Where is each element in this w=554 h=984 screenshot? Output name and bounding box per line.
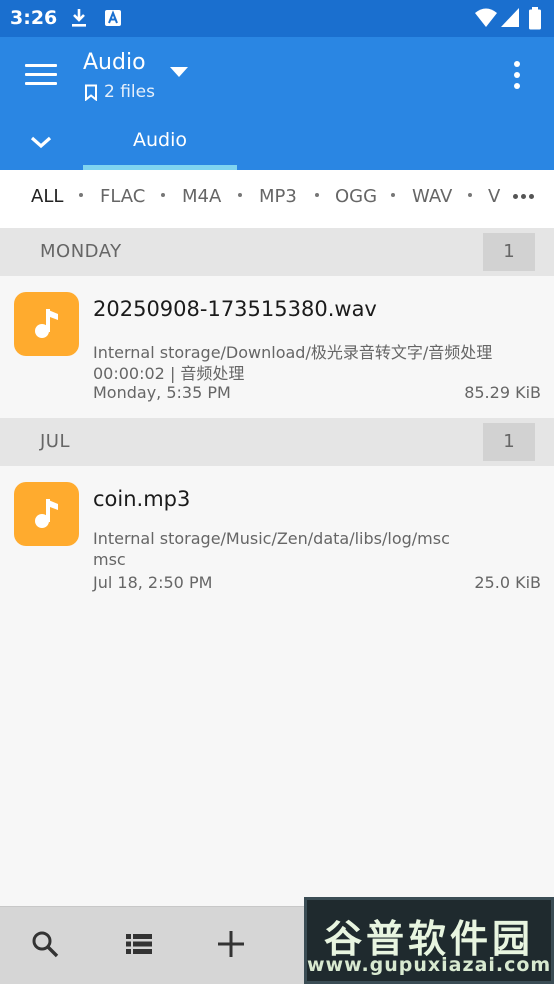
filter-bar: ALL FLAC M4A MP3 OGG WAV V bbox=[0, 170, 554, 228]
section-count-badge: 1 bbox=[483, 423, 535, 461]
filter-separator bbox=[161, 193, 165, 197]
file-list-item[interactable]: coin.mp3 Internal storage/Music/Zen/data… bbox=[0, 466, 554, 608]
music-note-icon bbox=[35, 499, 58, 528]
status-bar: 3:26 bbox=[0, 0, 554, 37]
music-note-icon bbox=[35, 309, 58, 338]
audio-file-icon bbox=[14, 482, 79, 546]
filter-separator bbox=[238, 193, 242, 197]
kebab-icon[interactable] bbox=[510, 61, 524, 91]
filter-mp3[interactable]: MP3 bbox=[259, 186, 297, 207]
section-count-badge: 1 bbox=[483, 233, 535, 271]
filter-separator bbox=[315, 193, 319, 197]
filter-all[interactable]: ALL bbox=[31, 186, 63, 207]
filter-wav[interactable]: WAV bbox=[412, 186, 452, 207]
filter-ogg[interactable]: OGG bbox=[335, 186, 377, 207]
file-detail: 00:00:02 | 音频处理 bbox=[93, 364, 245, 383]
file-size: 85.29 KiB bbox=[464, 383, 541, 402]
a-badge-icon bbox=[105, 10, 121, 26]
file-name: 20250908-173515380.wav bbox=[93, 297, 377, 321]
file-count-text: 2 files bbox=[104, 82, 155, 102]
filter-m4a[interactable]: M4A bbox=[182, 186, 221, 207]
file-detail: msc bbox=[93, 550, 126, 569]
watermark-logo: 谷普软件园 www.gupuxiazai.com bbox=[304, 897, 554, 984]
filter-separator bbox=[79, 193, 83, 197]
section-header-jul: JUL 1 bbox=[0, 418, 554, 466]
status-time: 3:26 bbox=[10, 7, 58, 29]
search-icon[interactable] bbox=[30, 929, 60, 959]
app-bar: Audio 2 files bbox=[0, 37, 554, 114]
tab-audio[interactable]: Audio bbox=[83, 114, 237, 170]
hamburger-icon[interactable] bbox=[25, 64, 57, 86]
file-name: coin.mp3 bbox=[93, 487, 191, 511]
file-date: Jul 18, 2:50 PM bbox=[93, 573, 213, 592]
audio-file-icon bbox=[14, 292, 79, 356]
bookmark-icon bbox=[85, 84, 97, 101]
download-icon bbox=[72, 9, 86, 27]
page-title[interactable]: Audio bbox=[83, 50, 146, 75]
section-header-monday: MONDAY 1 bbox=[0, 228, 554, 276]
file-size: 25.0 KiB bbox=[474, 573, 541, 592]
list-view-icon[interactable] bbox=[124, 929, 154, 959]
dropdown-caret-icon[interactable] bbox=[170, 67, 188, 77]
filter-partial[interactable]: V bbox=[488, 186, 500, 207]
section-title: MONDAY bbox=[40, 241, 122, 262]
file-count-subtitle: 2 files bbox=[84, 82, 155, 102]
wifi-icon bbox=[475, 8, 497, 27]
filter-separator bbox=[468, 193, 472, 197]
file-date: Monday, 5:35 PM bbox=[93, 383, 231, 402]
file-path: Internal storage/Music/Zen/data/libs/log… bbox=[93, 529, 450, 548]
battery-icon bbox=[529, 7, 541, 30]
add-icon[interactable] bbox=[216, 929, 246, 959]
filter-flac[interactable]: FLAC bbox=[100, 186, 145, 207]
filter-separator bbox=[391, 193, 395, 197]
watermark-url: www.gupuxiazai.com bbox=[307, 954, 552, 976]
tab-bar: Audio bbox=[0, 114, 554, 170]
section-title: JUL bbox=[40, 431, 71, 452]
chevron-down-icon[interactable] bbox=[28, 131, 54, 153]
file-list-item[interactable]: 20250908-173515380.wav Internal storage/… bbox=[0, 276, 554, 418]
more-filters-icon[interactable] bbox=[507, 170, 554, 228]
signal-icon bbox=[501, 8, 519, 27]
